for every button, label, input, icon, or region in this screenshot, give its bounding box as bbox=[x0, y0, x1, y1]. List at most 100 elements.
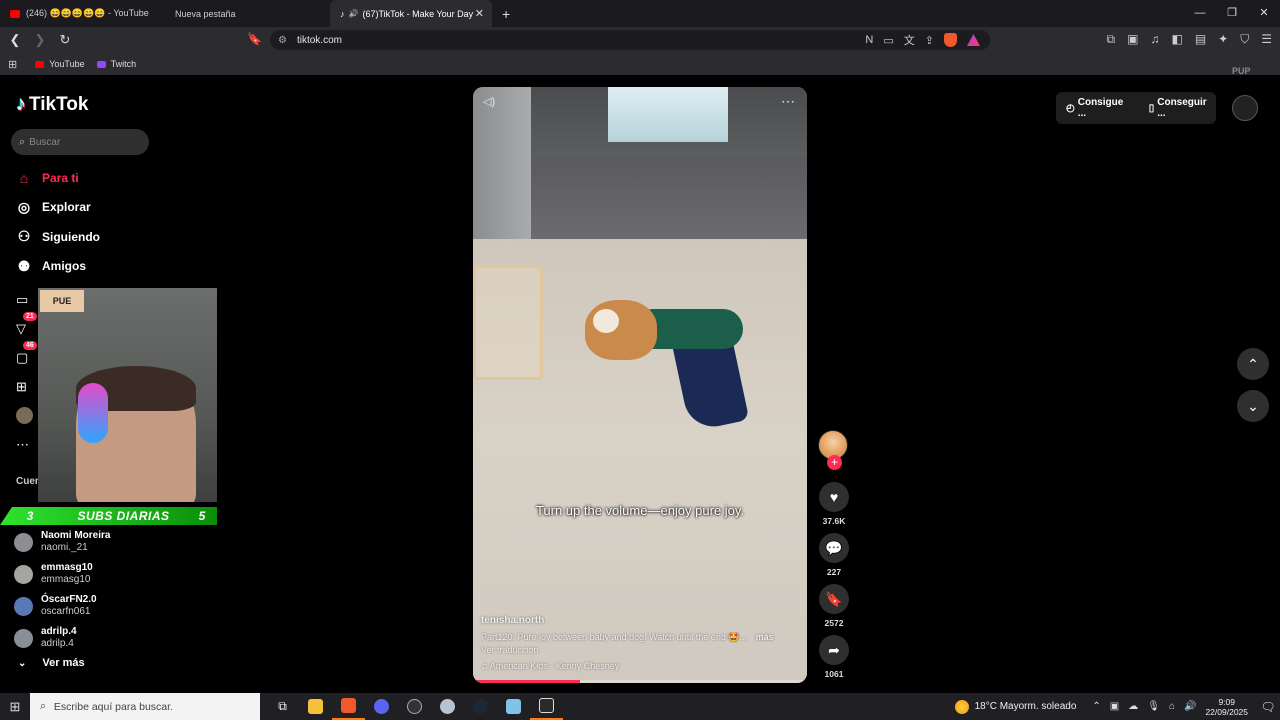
account-item[interactable]: emmasg10 emmasg10 bbox=[14, 558, 110, 590]
clock[interactable]: 9:09 22/09/2025 bbox=[1205, 697, 1248, 717]
bookmark-youtube[interactable]: YouTube bbox=[35, 59, 85, 69]
sidebar-item-amigos[interactable]: ⚉ Amigos bbox=[16, 252, 100, 282]
follow-plus-icon[interactable]: + bbox=[827, 455, 842, 470]
brave-rewards-icon[interactable] bbox=[967, 34, 980, 46]
user-avatar[interactable] bbox=[1232, 95, 1258, 121]
sidebar-item-para-ti[interactable]: ⌂ Para ti bbox=[16, 163, 100, 193]
app-icon[interactable] bbox=[497, 693, 530, 720]
live-icon[interactable]: ▭ bbox=[16, 285, 34, 314]
tab-youtube[interactable]: (246) 😄😄😄😄😄 - YouTube bbox=[0, 0, 165, 27]
tab-tiktok[interactable]: ♪ 🔊 (67)TikTok - Make Your Day ✕ bbox=[330, 0, 492, 27]
url-field[interactable]: ⚙ tiktok.com N ▭ 文 ⇪ bbox=[270, 30, 990, 50]
brave-browser-icon[interactable] bbox=[332, 693, 365, 720]
extensions-icon[interactable]: ⧉ bbox=[1107, 32, 1116, 47]
chevron-up-icon[interactable]: ⌃ bbox=[1092, 701, 1100, 712]
friends-icon: ⚉ bbox=[17, 257, 31, 274]
translate-link[interactable]: Ver traducción bbox=[481, 645, 799, 655]
volume-icon[interactable]: 🔊 bbox=[1184, 701, 1196, 712]
more-options-icon[interactable]: ⋯ bbox=[781, 93, 795, 110]
music-icon[interactable]: ♫ bbox=[1150, 32, 1159, 47]
url-tools: N ▭ 文 ⇪ bbox=[865, 32, 980, 48]
obs-icon[interactable] bbox=[398, 693, 431, 720]
activity-icon[interactable]: ▽ 21 bbox=[16, 312, 37, 343]
vpn-shield-icon[interactable]: ⛉ bbox=[1240, 32, 1249, 47]
music-link[interactable]: ♫ American Kids - Kenny Chesney bbox=[481, 661, 799, 671]
account-item[interactable]: adrilp.4 adrilp.4 bbox=[14, 622, 110, 654]
system-tray: 18°C Mayorm. soleado ⌃ ▣ ☁ 🎙 ⌂ 🔊 9:09 22… bbox=[954, 693, 1280, 720]
bookmark-icon[interactable]: 🔖 bbox=[819, 584, 849, 614]
site-settings-icon[interactable]: ⚙ bbox=[278, 35, 287, 46]
microphone-icon[interactable]: 🎙 bbox=[1147, 701, 1160, 712]
speaker-icon[interactable]: 🔊 bbox=[349, 9, 359, 18]
upload-icon[interactable]: ⊞ bbox=[16, 372, 34, 401]
share-icon[interactable]: ⇪ bbox=[925, 34, 934, 47]
chevron-up-icon[interactable]: ⌃ bbox=[1237, 348, 1269, 380]
windows-start-icon[interactable]: ⊞ bbox=[0, 699, 30, 715]
sidebar-item-siguiendo[interactable]: ⚇ Siguiendo bbox=[16, 222, 100, 252]
close-tab-icon[interactable]: ✕ bbox=[475, 7, 484, 20]
network-icon[interactable]: ⌂ bbox=[1169, 701, 1175, 712]
file-explorer-icon[interactable] bbox=[299, 693, 332, 720]
tab-new[interactable]: Nueva pestaña bbox=[165, 0, 330, 27]
restore-button[interactable]: ❐ bbox=[1216, 0, 1248, 27]
more-icon[interactable]: ⋯ bbox=[16, 430, 34, 459]
comment-icon[interactable]: 💬 bbox=[819, 533, 849, 563]
chevron-down-icon[interactable]: ⌄ bbox=[1237, 390, 1269, 422]
apps-grid-icon[interactable]: ⊞ bbox=[8, 58, 17, 71]
followed-accounts: Naomi Moreira naomi._21 emmasg10 emmasg1… bbox=[14, 526, 110, 654]
close-window-button[interactable]: ✕ bbox=[1248, 0, 1280, 27]
wallet-icon[interactable]: ▣ bbox=[1127, 32, 1138, 47]
minimize-button[interactable]: — bbox=[1184, 0, 1216, 27]
bookmark-twitch[interactable]: Twitch bbox=[96, 59, 136, 69]
see-more-button[interactable]: ⌄ Ver más bbox=[18, 657, 85, 669]
forward-button[interactable]: ❯ bbox=[30, 32, 50, 48]
sidebar-toggle-icon[interactable]: ◧ bbox=[1171, 32, 1182, 47]
messages-icon[interactable]: ▢ 46 bbox=[16, 341, 37, 372]
leo-ai-icon[interactable]: ✦ bbox=[1218, 32, 1228, 47]
following-icon: ⚇ bbox=[17, 228, 31, 245]
reload-button[interactable]: ↻ bbox=[55, 32, 75, 48]
account-item[interactable]: ÓscarFN2.0 oscarfn061 bbox=[14, 590, 110, 622]
taskbar-search-input[interactable] bbox=[53, 700, 234, 713]
share-arrow-icon[interactable]: ➦ bbox=[819, 635, 849, 665]
cast-icon[interactable]: ▭ bbox=[883, 34, 893, 47]
subs-right-count: 5 bbox=[198, 509, 206, 523]
weather-widget[interactable]: 18°C Mayorm. soleado bbox=[954, 699, 1076, 714]
video-nav-arrows: ⌃ ⌄ bbox=[1237, 348, 1269, 432]
get-app-buttons: ◴ Consigue ... ▯ Conseguir ... bbox=[1056, 92, 1216, 124]
home-icon: ⌂ bbox=[19, 169, 29, 186]
discord-icon[interactable] bbox=[365, 693, 398, 720]
sidebar-item-explorar[interactable]: ◎ Explorar bbox=[16, 193, 100, 223]
account-item[interactable]: Naomi Moreira naomi._21 bbox=[14, 526, 110, 558]
reader-icon[interactable]: N bbox=[865, 34, 873, 46]
account-name: adrilp.4 bbox=[41, 626, 77, 637]
app-icon[interactable] bbox=[431, 693, 464, 720]
volume-icon[interactable]: ◁) bbox=[483, 95, 495, 108]
profile-icon[interactable] bbox=[16, 401, 34, 430]
task-view-icon[interactable]: ⧉ bbox=[266, 693, 299, 720]
new-tab-button[interactable]: + bbox=[502, 6, 522, 22]
video-player[interactable]: ◁) ⋯ Turn up the volume—enjoy pure joy. … bbox=[473, 87, 807, 683]
steam-icon[interactable] bbox=[464, 693, 497, 720]
brave-shields-icon[interactable] bbox=[944, 33, 957, 47]
epic-games-icon[interactable] bbox=[530, 693, 563, 720]
video-author[interactable]: tenisha.north bbox=[481, 615, 799, 626]
tray-app-icon[interactable]: ▣ bbox=[1110, 701, 1119, 712]
windows-taskbar: ⊞ ⌕ ⧉ 18°C Mayorm. soleado ⌃ ▣ ☁ 🎙 ⌂ 🔊 9… bbox=[0, 693, 1280, 720]
get-coins-button[interactable]: Consigue ... bbox=[1078, 97, 1133, 119]
translate-icon[interactable]: 文 bbox=[904, 32, 915, 48]
back-button[interactable]: ❮ bbox=[5, 32, 25, 48]
video-progress-bar[interactable] bbox=[473, 680, 807, 683]
creator-avatar[interactable]: + bbox=[818, 430, 848, 470]
bookmark-icon[interactable]: 🔖 bbox=[247, 32, 262, 46]
tray-app-icon[interactable]: ☁ bbox=[1128, 701, 1138, 712]
search-input[interactable] bbox=[29, 136, 130, 148]
wallet-card-icon[interactable]: ▤ bbox=[1195, 32, 1206, 47]
menu-icon[interactable]: ☰ bbox=[1261, 32, 1272, 47]
more-link[interactable]: más bbox=[756, 632, 774, 642]
get-app-button[interactable]: Conseguir ... bbox=[1157, 97, 1216, 119]
coins-icon: ◴ bbox=[1066, 102, 1075, 114]
notifications-icon[interactable]: 🗨 bbox=[1256, 700, 1280, 714]
tiktok-logo[interactable]: ♪ TikTok bbox=[16, 93, 88, 116]
heart-icon[interactable]: ♥ bbox=[819, 482, 849, 512]
